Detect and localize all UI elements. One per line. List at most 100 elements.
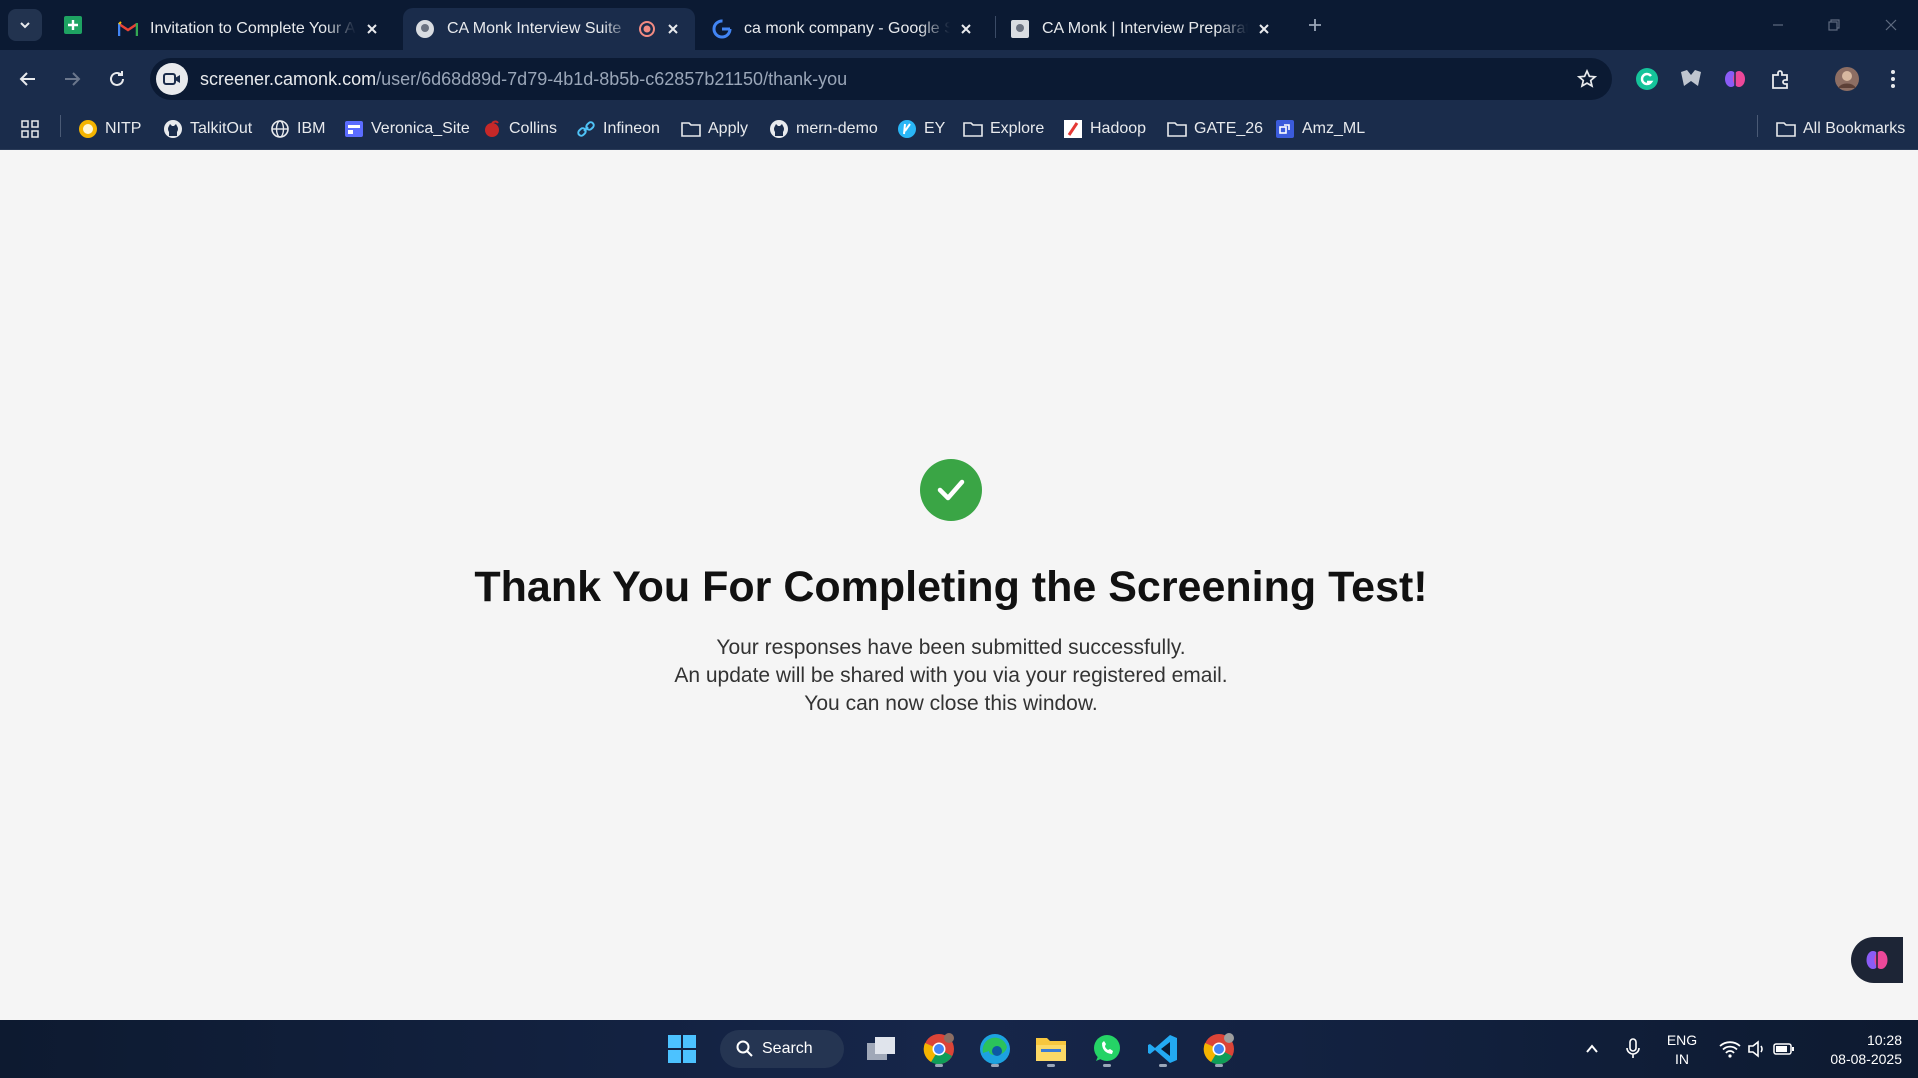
- language-indicator[interactable]: ENG IN: [1660, 1031, 1704, 1069]
- ribbon-icon: [1681, 70, 1701, 86]
- show-hidden-icons-button[interactable]: [1572, 1029, 1612, 1069]
- ai-extension[interactable]: [1720, 64, 1750, 94]
- taskbar-whatsapp[interactable]: [1087, 1029, 1127, 1069]
- bookmark-collins[interactable]: Collins: [482, 116, 557, 142]
- reload-button[interactable]: [101, 63, 133, 95]
- running-indicator: [1215, 1064, 1223, 1067]
- success-badge: [920, 459, 982, 521]
- running-indicator: [935, 1064, 943, 1067]
- bookmark-folder-explore[interactable]: Explore: [963, 116, 1044, 142]
- ai-assistant-button[interactable]: [1851, 937, 1903, 983]
- bookmark-label: Explore: [990, 120, 1045, 137]
- tab-search-button[interactable]: [8, 9, 42, 41]
- edge-icon: [980, 1034, 1010, 1064]
- taskbar-vscode[interactable]: [1143, 1029, 1183, 1069]
- restore-button[interactable]: [1819, 10, 1849, 40]
- all-bookmarks-button[interactable]: All Bookmarks: [1776, 116, 1905, 142]
- close-tab-icon[interactable]: [1254, 19, 1274, 39]
- forward-button[interactable]: [56, 63, 88, 95]
- new-tab-button[interactable]: [1302, 12, 1328, 38]
- plus-icon: [1309, 19, 1321, 31]
- chrome-icon: [923, 1033, 954, 1065]
- taskbar-chrome[interactable]: [919, 1029, 959, 1069]
- tab-title: ca monk company - Google Search: [744, 20, 950, 37]
- nitp-icon: [78, 119, 98, 139]
- close-icon: [1885, 19, 1897, 31]
- language-line2: IN: [1675, 1051, 1689, 1067]
- bookmark-infineon[interactable]: Infineon: [576, 116, 660, 142]
- task-view-button[interactable]: [861, 1029, 901, 1069]
- wifi-icon: [1719, 1041, 1741, 1058]
- bookmark-extension[interactable]: [1676, 64, 1706, 94]
- tab-title: CA Monk Interview Suite: [447, 20, 622, 37]
- bookmark-mern-demo[interactable]: mern-demo: [769, 116, 878, 142]
- browser-menu-button[interactable]: [1878, 64, 1908, 94]
- gmail-icon: [118, 19, 138, 39]
- quick-settings-button[interactable]: [1709, 1029, 1805, 1069]
- minimize-button[interactable]: [1763, 10, 1793, 40]
- checkmark-icon: [937, 479, 965, 501]
- site-info-button[interactable]: [156, 63, 188, 95]
- address-bar[interactable]: screener.camonk.com/user/6d68d89d-7d79-4…: [150, 58, 1612, 100]
- tab-title: Invitation to Complete Your AI Assessmen…: [150, 20, 356, 37]
- page-content: Thank You For Completing the Screening T…: [0, 151, 1918, 1020]
- puzzle-icon: [1772, 70, 1788, 89]
- app-icon: [1275, 119, 1295, 139]
- tab-camonk-interview-prep[interactable]: CA Monk | Interview Preparation: [998, 8, 1286, 50]
- profile-button[interactable]: [1832, 64, 1862, 94]
- tab-gmail[interactable]: Invitation to Complete Your AI Assessmen…: [106, 8, 394, 50]
- google-icon: [712, 19, 732, 39]
- close-tab-icon[interactable]: [663, 19, 683, 39]
- bookmark-veronica-site[interactable]: Veronica_Site: [344, 116, 470, 142]
- grammarly-extension[interactable]: [1632, 64, 1662, 94]
- folder-icon: [1036, 1038, 1066, 1061]
- extensions-button[interactable]: [1766, 64, 1796, 94]
- taskbar-edge[interactable]: [975, 1029, 1015, 1069]
- tab-camonk-interview-suite[interactable]: CA Monk Interview Suite: [403, 8, 695, 50]
- bookmark-folder-apply[interactable]: Apply: [681, 116, 748, 142]
- clock[interactable]: 10:28 08-08-2025: [1808, 1031, 1908, 1069]
- bookmark-ey[interactable]: EY: [897, 116, 945, 142]
- close-window-button[interactable]: [1876, 10, 1906, 40]
- taskbar-search-label: Search: [762, 1040, 813, 1057]
- page-title: Thank You For Completing the Screening T…: [474, 563, 1428, 611]
- apps-button[interactable]: [20, 116, 47, 142]
- microphone-button[interactable]: [1613, 1029, 1653, 1069]
- bookmark-folder-gate26[interactable]: GATE_26: [1167, 116, 1263, 142]
- bookmark-amz-ml[interactable]: Amz_ML: [1275, 116, 1365, 142]
- windows-icon: [668, 1035, 696, 1063]
- bookmark-talkitout[interactable]: TalkitOut: [163, 116, 252, 142]
- start-button[interactable]: [662, 1029, 702, 1069]
- brain-icon: [1725, 71, 1745, 87]
- restore-icon: [1828, 19, 1840, 31]
- bookmark-star-button[interactable]: [1576, 68, 1598, 90]
- taskbar-search[interactable]: Search: [720, 1030, 844, 1068]
- back-button[interactable]: [12, 63, 44, 95]
- github-icon: [163, 119, 183, 139]
- pinned-tab-sheets[interactable]: [60, 12, 86, 38]
- hadoop-icon: [1063, 119, 1083, 139]
- camera-icon: [163, 73, 180, 85]
- bookmark-nitp[interactable]: NITP: [78, 116, 141, 142]
- volume-icon: [1748, 1040, 1763, 1058]
- bookmark-hadoop[interactable]: Hadoop: [1063, 116, 1146, 142]
- tab-strip: Invitation to Complete Your AI Assessmen…: [0, 0, 1918, 50]
- bookmark-label: NITP: [105, 120, 142, 137]
- site-icon: [344, 119, 364, 139]
- close-tab-icon[interactable]: [362, 19, 382, 39]
- globe-icon: [270, 119, 290, 139]
- brain-icon: [1866, 951, 1888, 969]
- url-text: screener.camonk.com/user/6d68d89d-7d79-4…: [200, 69, 847, 90]
- taskbar-chrome-profile[interactable]: [1199, 1029, 1239, 1069]
- close-tab-icon[interactable]: [956, 19, 976, 39]
- url-host: screener.camonk.com: [200, 68, 377, 89]
- taskbar-file-explorer[interactable]: [1031, 1029, 1071, 1069]
- windows-taskbar: Search ENG IN 10:28 08-08-2025: [0, 1020, 1918, 1078]
- url-path: /user/6d68d89d-7d79-4b1d-8b5b-c62857b211…: [376, 68, 848, 89]
- bookmark-ibm[interactable]: IBM: [270, 116, 325, 142]
- bookmark-label: EY: [924, 120, 946, 137]
- tab-google-search[interactable]: ca monk company - Google Search: [700, 8, 988, 50]
- apps-grid-icon: [20, 119, 40, 139]
- close-window-message: You can now close this window.: [804, 692, 1098, 715]
- bookmark-label: Infineon: [603, 120, 660, 137]
